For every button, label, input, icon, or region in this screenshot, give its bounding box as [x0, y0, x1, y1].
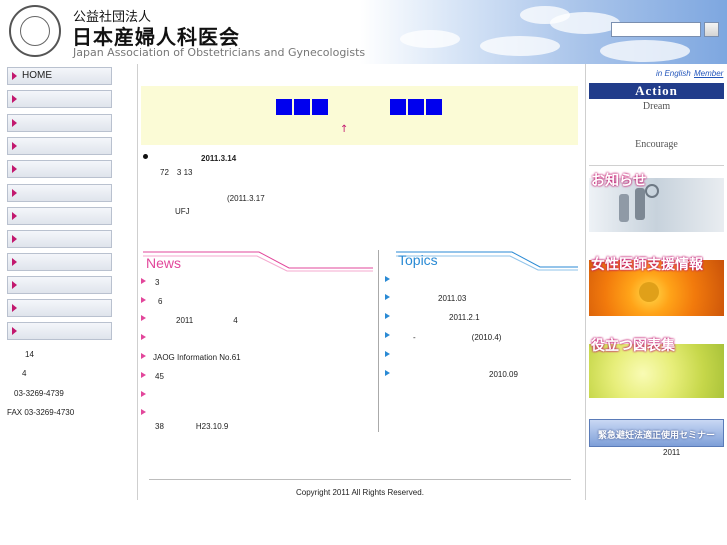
arrow-right-icon	[12, 212, 17, 220]
arrow-right-icon	[12, 119, 17, 127]
sidebar-item-4[interactable]	[7, 137, 112, 155]
blue-square-icon	[294, 99, 310, 115]
female-doctor-support-title[interactable]: 女性医師支援情報	[591, 254, 703, 274]
news-title: News	[146, 255, 182, 271]
seminar-title[interactable]: 緊急避妊法適正使用セミナー	[589, 428, 724, 441]
arrow-right-icon	[141, 391, 146, 397]
news-topics-divider	[378, 250, 379, 432]
arrow-right-icon	[12, 165, 17, 173]
topic-item[interactable]: 2011.2.1	[449, 313, 480, 322]
action-heading[interactable]: Action	[589, 83, 724, 99]
address-line-2: 4	[22, 369, 27, 378]
sidebar-item-11[interactable]	[7, 299, 112, 317]
blue-square-icon	[426, 99, 442, 115]
sidebar-item-12[interactable]	[7, 322, 112, 340]
arrow-right-icon	[141, 409, 146, 415]
sidebar-item-9[interactable]	[7, 253, 112, 271]
arrow-right-icon	[12, 189, 17, 197]
notice-line-3: UFJ	[175, 207, 190, 216]
bullet-icon	[143, 154, 148, 159]
arrow-right-icon	[12, 142, 17, 150]
sidebar-item-3[interactable]	[7, 114, 112, 132]
sidebar-item-home[interactable]: HOME	[7, 67, 112, 85]
site-header: 公益社団法人 日本産婦人科医会 Japan Association of Obs…	[0, 0, 727, 64]
arrow-right-icon	[12, 304, 17, 312]
notice-date: 2011.3.14	[201, 154, 237, 163]
search-input[interactable]	[611, 22, 701, 37]
topics-title: Topics	[398, 252, 438, 268]
announcements-title[interactable]: お知らせ	[591, 170, 647, 190]
blue-square-icon	[390, 99, 406, 115]
arrow-right-icon	[12, 235, 17, 243]
news-item[interactable]: 2011 4	[176, 315, 238, 326]
sidebar-item-2[interactable]	[7, 90, 112, 108]
arrow-right-icon	[141, 372, 146, 378]
encourage-text: Encourage	[635, 139, 678, 150]
arrow-right-icon	[385, 351, 390, 357]
arrow-right-icon	[141, 353, 146, 359]
topic-item[interactable]: 2010.09	[489, 370, 518, 379]
news-item[interactable]: 6	[158, 297, 162, 306]
topic-item[interactable]: 2011.03	[438, 294, 466, 303]
banner-link-arrow[interactable]: ↑	[340, 124, 348, 135]
footer-divider	[149, 479, 571, 480]
arrow-right-icon	[141, 315, 146, 321]
sidebar-item-8[interactable]	[7, 230, 112, 248]
news-item[interactable]: 45	[155, 372, 164, 381]
arrow-right-icon	[12, 72, 17, 80]
useful-charts-title[interactable]: 役立つ図表集	[591, 335, 675, 355]
blue-square-icon	[312, 99, 328, 115]
notice-line-1: 72 3 13	[160, 168, 193, 177]
arrow-right-icon	[141, 297, 146, 303]
blue-square-icon	[276, 99, 292, 115]
blue-square-icon	[408, 99, 424, 115]
org-english-name: Japan Association of Obstetricians and G…	[73, 46, 366, 59]
divider-left	[137, 64, 138, 500]
sidebar-item-label: HOME	[22, 70, 52, 81]
divider-right	[585, 64, 586, 500]
topic-item[interactable]: - (2010.4)	[413, 332, 501, 343]
notice-line-2: (2011.3.17	[227, 194, 265, 203]
dream-text: Dream	[642, 101, 671, 112]
arrow-right-icon	[141, 278, 146, 284]
seminar-year: 2011	[663, 448, 681, 457]
news-item[interactable]: 3	[155, 278, 159, 287]
arrow-right-icon	[12, 258, 17, 266]
member-link[interactable]: Member	[694, 69, 723, 78]
news-item[interactable]: JAOG Information No.61	[153, 353, 241, 362]
arrow-right-icon	[141, 334, 146, 340]
in-english-link[interactable]: in English	[656, 69, 691, 78]
arrow-right-icon	[385, 313, 390, 319]
arrow-right-icon	[12, 95, 17, 103]
association-seal-logo[interactable]	[9, 5, 61, 57]
news-item[interactable]: 38 H23.10.9	[155, 421, 228, 432]
sidebar-item-6[interactable]	[7, 184, 112, 202]
arrow-right-icon	[385, 294, 390, 300]
arrow-right-icon	[385, 332, 390, 338]
right-divider	[589, 165, 724, 166]
sidebar-item-10[interactable]	[7, 276, 112, 294]
notice-banner	[141, 86, 578, 145]
search-button[interactable]	[704, 22, 719, 37]
arrow-right-icon	[12, 281, 17, 289]
copyright: Copyright 2011 All Rights Reserved.	[296, 488, 424, 497]
sidebar-item-7[interactable]	[7, 207, 112, 225]
fax-number: FAX 03-3269-4730	[7, 408, 75, 417]
arrow-right-icon	[385, 370, 390, 376]
arrow-right-icon	[385, 276, 390, 282]
phone-number: 03-3269-4739	[14, 389, 64, 398]
sidebar-item-5[interactable]	[7, 160, 112, 178]
arrow-right-icon	[12, 327, 17, 335]
address-line-1: 14	[25, 350, 34, 359]
